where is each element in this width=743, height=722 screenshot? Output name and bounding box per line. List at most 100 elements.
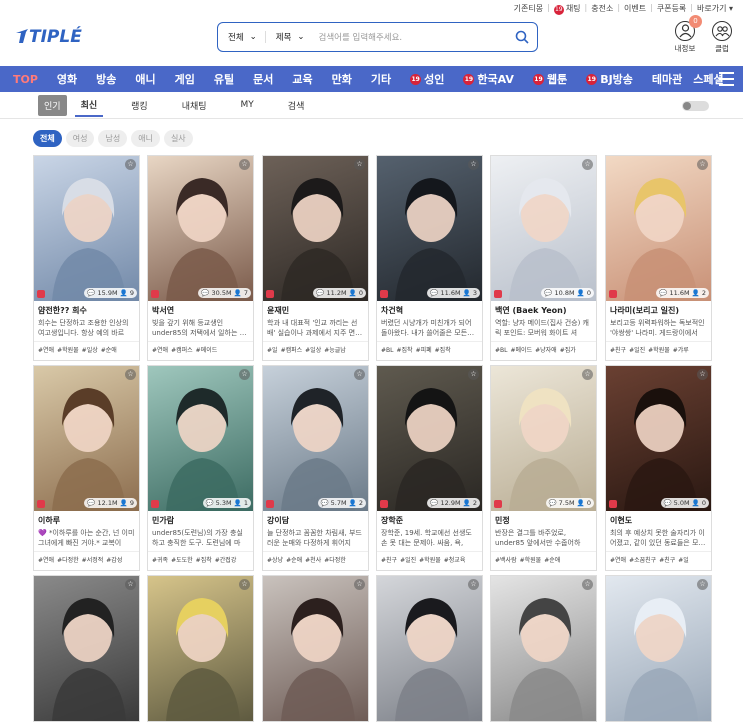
- tab-my[interactable]: MY: [235, 96, 260, 114]
- favorite-icon[interactable]: ☆: [354, 369, 365, 380]
- character-card[interactable]: ☆: [490, 575, 597, 722]
- nav-item-top[interactable]: TOP: [13, 73, 38, 86]
- tag[interactable]: #능글남: [324, 347, 346, 354]
- link-charge[interactable]: 충전소: [591, 3, 613, 15]
- search-scope-select[interactable]: 전체 ⌄: [218, 31, 266, 43]
- tag[interactable]: #감성: [106, 557, 122, 564]
- favorite-icon[interactable]: ☆: [468, 579, 479, 590]
- character-thumbnail[interactable]: ☆ 💬 11.2M 👤 0: [263, 156, 368, 301]
- character-thumbnail[interactable]: ☆ 💬 11.6M 👤 2: [606, 156, 711, 301]
- favorite-icon[interactable]: ☆: [239, 159, 250, 170]
- tag[interactable]: #캠퍼스: [171, 347, 193, 354]
- tag[interactable]: #캠퍼스: [281, 347, 303, 354]
- character-thumbnail[interactable]: ☆ 💬 5.0M 👤 0: [606, 366, 711, 511]
- tag[interactable]: #친구: [381, 557, 397, 564]
- nav-item-broadcast[interactable]: 방송: [96, 71, 116, 87]
- character-thumbnail[interactable]: ☆: [34, 576, 139, 721]
- tag[interactable]: #메이드: [196, 347, 218, 354]
- character-card[interactable]: ☆ 💬 30.5M 👤 7 박서연 빚을 갚기 위해 등교생인 under85의…: [147, 155, 254, 361]
- tag[interactable]: #학원물: [520, 557, 542, 564]
- search-button[interactable]: [507, 23, 537, 51]
- favorite-icon[interactable]: ☆: [582, 579, 593, 590]
- link-shortcut[interactable]: 바로가기 ▾: [697, 3, 733, 15]
- character-thumbnail[interactable]: ☆ 💬 30.5M 👤 7: [148, 156, 253, 301]
- link-chat[interactable]: 19 채팅: [553, 3, 581, 15]
- character-card[interactable]: ☆: [605, 575, 712, 722]
- character-card[interactable]: ☆ 💬 12.1M 👤 9 이하루 💜 *이하루를 아는 순간, 넌 이미 그녀…: [33, 365, 140, 571]
- character-thumbnail[interactable]: ☆: [606, 576, 711, 721]
- tag[interactable]: #BL: [381, 347, 394, 354]
- tag[interactable]: #귀족: [152, 557, 168, 564]
- tag[interactable]: #집착: [196, 557, 212, 564]
- tag[interactable]: #일진: [629, 347, 645, 354]
- favorite-icon[interactable]: ☆: [697, 579, 708, 590]
- tag[interactable]: #학원물: [57, 347, 79, 354]
- character-thumbnail[interactable]: ☆ 💬 5.3M 👤 1: [148, 366, 253, 511]
- favorite-icon[interactable]: ☆: [239, 579, 250, 590]
- nav-item-document[interactable]: 문서: [253, 71, 273, 87]
- tag[interactable]: #순애: [101, 347, 117, 354]
- character-thumbnail[interactable]: ☆ 💬 7.5M 👤 0: [491, 366, 596, 511]
- nav-item-etc[interactable]: 기타: [371, 71, 391, 87]
- tag[interactable]: #피폐: [416, 347, 432, 354]
- character-card[interactable]: ☆ 💬 5.0M 👤 0 이현도 최의 후 예상치 못한 술자리가 이어졌고, …: [605, 365, 712, 571]
- tag[interactable]: #연애: [38, 557, 54, 564]
- tag[interactable]: #일상: [305, 347, 321, 354]
- filter-real[interactable]: 실사: [163, 130, 193, 147]
- tag[interactable]: #메이드: [511, 347, 533, 354]
- character-card[interactable]: ☆ 💬 11.6M 👤 3 차건혁 버렸던 시냥개가 미친개가 되어 돌아왔다.…: [376, 155, 483, 361]
- filter-all[interactable]: 전체: [33, 130, 62, 147]
- filter-female[interactable]: 여성: [65, 130, 95, 147]
- tab-ranking[interactable]: 랭킹: [125, 95, 154, 116]
- nav-item-comic[interactable]: 만화: [332, 71, 352, 87]
- character-card[interactable]: ☆ 💬 11.2M 👤 0 윤재민 학과 내 대표적 '인교 까리는 선배' 실…: [262, 155, 369, 361]
- tag[interactable]: #순애: [286, 557, 302, 564]
- nav-item-anime[interactable]: 애니: [135, 71, 155, 87]
- character-thumbnail[interactable]: ☆ 💬 11.6M 👤 3: [377, 156, 482, 301]
- character-thumbnail[interactable]: ☆: [377, 576, 482, 721]
- tag[interactable]: #집착: [435, 347, 451, 354]
- nav-item-education[interactable]: 교육: [292, 71, 312, 87]
- favorite-icon[interactable]: ☆: [468, 369, 479, 380]
- search-field-select[interactable]: 제목 ⌄: [266, 31, 313, 43]
- club-button[interactable]: 클럽: [707, 21, 737, 54]
- tag[interactable]: #학원물: [648, 347, 670, 354]
- tag[interactable]: #서정적: [82, 557, 104, 564]
- favorite-icon[interactable]: ☆: [125, 369, 136, 380]
- nav-item-webtoon[interactable]: 19 웹툰: [532, 71, 567, 87]
- tag[interactable]: #일: [678, 557, 689, 564]
- character-thumbnail[interactable]: ☆: [148, 576, 253, 721]
- site-logo[interactable]: TIPLÉ: [14, 23, 82, 45]
- tag[interactable]: #연애: [152, 347, 168, 354]
- nav-item-bj[interactable]: 19 BJ방송: [586, 71, 633, 87]
- link-coupon[interactable]: 쿠폰등록: [657, 3, 686, 15]
- character-thumbnail[interactable]: ☆ 💬 12.9M 👤 2: [377, 366, 482, 511]
- character-card[interactable]: ☆ 💬 7.5M 👤 0 민정 반장은 결그틀 바주었로, under85 앞에…: [490, 365, 597, 571]
- tag[interactable]: #백사람: [495, 557, 517, 564]
- tag[interactable]: #상냥: [267, 557, 283, 564]
- character-card[interactable]: ☆ 💬 5.7M 👤 2 강이담 늘 단정하고 꼼꼼한 차림새, 부드러운 눈매…: [262, 365, 369, 571]
- character-card[interactable]: ☆: [147, 575, 254, 722]
- tag[interactable]: #청교육: [444, 557, 466, 564]
- tab-latest[interactable]: 최신: [74, 94, 104, 117]
- character-card[interactable]: ☆ 💬 10.8M 👤 0 백연 (Baek Yeon) 역할: 냥자 메이드(…: [490, 155, 597, 361]
- tag[interactable]: #냥자애: [535, 347, 557, 354]
- nav-item-movie[interactable]: 영화: [57, 71, 77, 87]
- favorite-icon[interactable]: ☆: [354, 159, 365, 170]
- favorite-icon[interactable]: ☆: [582, 159, 593, 170]
- filter-male[interactable]: 남성: [98, 130, 128, 147]
- character-card[interactable]: ☆: [33, 575, 140, 722]
- favorite-icon[interactable]: ☆: [125, 159, 136, 170]
- tag[interactable]: #일: [267, 347, 278, 354]
- favorite-icon[interactable]: ☆: [239, 369, 250, 380]
- tag[interactable]: #갸루: [673, 347, 689, 354]
- tag[interactable]: #집착: [397, 347, 413, 354]
- tag[interactable]: #소꿉친구: [629, 557, 656, 564]
- character-thumbnail[interactable]: ☆ 💬 15.9M 👤 9: [34, 156, 139, 301]
- search-input[interactable]: 검색어를 입력해주세요.: [313, 31, 507, 43]
- tag[interactable]: #친구: [610, 347, 626, 354]
- favorite-icon[interactable]: ☆: [697, 369, 708, 380]
- character-card[interactable]: ☆: [376, 575, 483, 722]
- tag[interactable]: #BL: [495, 347, 508, 354]
- tab-my-chat[interactable]: 내채팅: [176, 95, 213, 116]
